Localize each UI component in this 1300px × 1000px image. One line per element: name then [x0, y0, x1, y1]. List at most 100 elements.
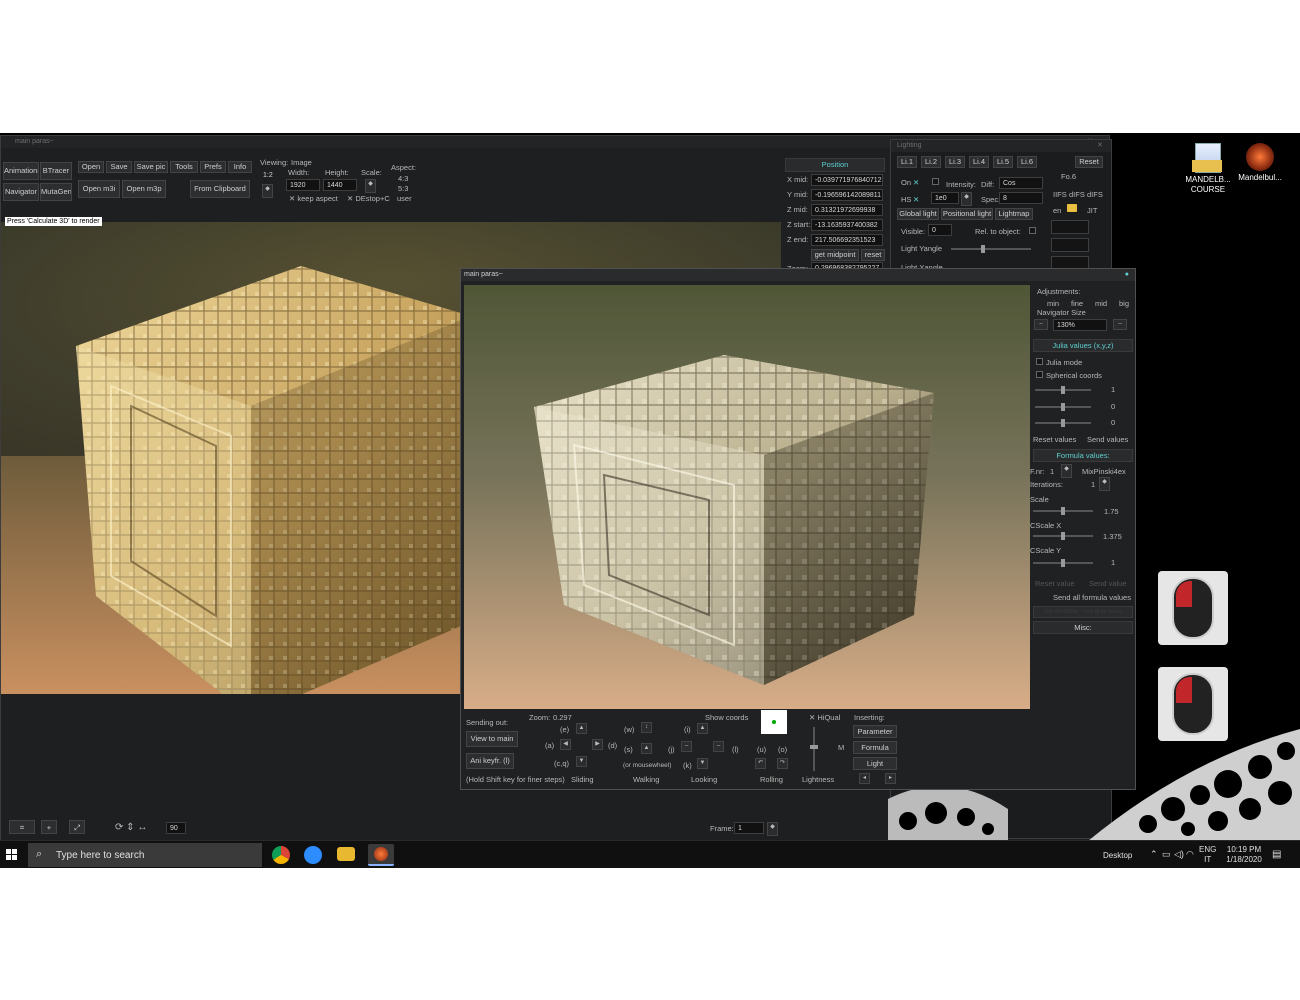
lighting-box-2[interactable]	[1051, 238, 1089, 252]
volume-icon[interactable]: ◁)	[1174, 849, 1184, 860]
desktop-toolbar-label[interactable]: Desktop	[1103, 851, 1132, 860]
show-hidden-icons-icon[interactable]: ⌃	[1150, 849, 1158, 860]
lightmap-tab[interactable]: Lightmap	[995, 208, 1033, 220]
keep-aspect-checkbox[interactable]: ✕ keep aspect	[289, 194, 338, 203]
insert-formula-button[interactable]: Formula	[853, 741, 897, 754]
send-values-button[interactable]: Send values	[1087, 435, 1128, 444]
hs-spinner[interactable]: ◆	[961, 192, 972, 206]
save-button[interactable]: Save	[106, 161, 132, 173]
light-tab-5[interactable]: Li.5	[993, 156, 1013, 168]
param-scale-value[interactable]: 1.75	[1104, 507, 1119, 516]
iterations-spinner[interactable]: ◆	[1099, 477, 1110, 491]
positional-light-tab[interactable]: Positional light	[941, 208, 993, 220]
visible-select[interactable]: 0	[928, 224, 952, 236]
frame-input[interactable]: 1	[734, 822, 764, 834]
light-tab-6[interactable]: Li.6	[1017, 156, 1037, 168]
open-m3i-button[interactable]: Open m3i	[78, 180, 120, 198]
slide-right-button[interactable]: ▶	[592, 739, 603, 750]
aspect-option-5-3[interactable]: 5:3	[398, 184, 408, 193]
insert-light-button[interactable]: Light	[853, 757, 897, 770]
view-to-main-button[interactable]: View to main	[466, 731, 518, 747]
rel-to-object-checkbox[interactable]	[1029, 227, 1036, 234]
reset-value-button[interactable]: Reset value	[1035, 579, 1075, 588]
network-icon[interactable]: ▭	[1162, 849, 1171, 860]
start-button[interactable]	[6, 849, 18, 861]
param-cscaley-slider[interactable]	[1033, 559, 1093, 567]
spec-select[interactable]: 8	[999, 192, 1043, 204]
z-start-input[interactable]: -13.1635937400382	[811, 219, 883, 231]
julia-x-slider[interactable]	[1035, 386, 1091, 394]
insert-parameter-button[interactable]: Parameter	[853, 725, 897, 738]
open-m3p-button[interactable]: Open m3p	[122, 180, 166, 198]
intensity-color-swatch[interactable]	[932, 178, 939, 185]
slide-left-button[interactable]: ◀	[560, 739, 571, 750]
wifi-icon[interactable]: ◠	[1186, 849, 1194, 860]
ani-keyframe-button[interactable]: Ani keyfr. (l)	[466, 753, 514, 769]
navigator-pin-icon[interactable]: ●	[1125, 269, 1129, 281]
viewing-spinner[interactable]: ◆	[262, 184, 273, 198]
adj-option-min[interactable]: min	[1047, 299, 1059, 308]
folder-icon[interactable]	[1067, 204, 1077, 212]
scale-spinner[interactable]: ◆	[365, 179, 376, 193]
light-tab-2[interactable]: Li.2	[921, 156, 941, 168]
clock[interactable]: 10:19 PM 1/18/2020	[1222, 845, 1266, 865]
nav-size-decrease[interactable]: –	[1034, 319, 1048, 330]
y-mid-input[interactable]: -0.196596142089811	[811, 189, 883, 201]
slide-up-button[interactable]: ▲	[576, 723, 587, 734]
position-header[interactable]: Position	[785, 158, 885, 172]
mandelbulber-taskbar-icon[interactable]	[368, 844, 394, 866]
walk-forward-button[interactable]: ↕	[641, 722, 652, 733]
coords-preview[interactable]	[761, 710, 787, 734]
zoom-app-icon[interactable]	[304, 846, 322, 864]
formula-header[interactable]: Formula values:	[1033, 449, 1133, 462]
light-hs-checkbox[interactable]: ✕	[913, 195, 919, 204]
diff-select[interactable]: Cos	[999, 177, 1043, 189]
navigator-button[interactable]: Navigator	[3, 183, 39, 201]
notifications-icon[interactable]: ▤	[1272, 849, 1281, 860]
nav-size-increase[interactable]: –	[1113, 319, 1127, 330]
lighting-box-1[interactable]	[1051, 220, 1089, 234]
difs-3[interactable]: dIFS	[1087, 190, 1103, 199]
frame-spinner[interactable]: ◆	[767, 822, 778, 836]
adj-option-big[interactable]: big	[1119, 299, 1129, 308]
navigator-render-view[interactable]	[464, 285, 1030, 709]
julia-z-slider[interactable]	[1035, 419, 1091, 427]
from-clipboard-button[interactable]: From Clipboard	[190, 180, 250, 198]
bottom-tool-1[interactable]: ⌗	[9, 820, 35, 834]
hiqual-checkbox[interactable]: ✕ HiQual	[809, 713, 840, 722]
roll-left-button[interactable]: ↶	[755, 758, 766, 769]
walk-back-button[interactable]: ▲	[641, 743, 652, 754]
global-light-tab[interactable]: Global light	[897, 208, 939, 220]
adj-option-fine[interactable]: fine	[1071, 299, 1083, 308]
send-all-button[interactable]: Send all formula values	[1053, 593, 1131, 602]
difs-1[interactable]: IIFS	[1053, 190, 1067, 199]
tools-button[interactable]: Tools	[170, 161, 198, 173]
iterations-value[interactable]: 1	[1091, 480, 1095, 489]
julia-y-slider[interactable]	[1035, 403, 1091, 411]
prefs-button[interactable]: Prefs	[200, 161, 226, 173]
z-mid-input[interactable]: 0.31321972699938	[811, 204, 883, 216]
fnr-spinner[interactable]: ◆	[1061, 464, 1072, 478]
fnr-value[interactable]: 1	[1050, 467, 1054, 476]
param-cscalex-value[interactable]: 1.375	[1103, 532, 1122, 541]
param-scale-slider[interactable]	[1033, 507, 1093, 515]
language-indicator[interactable]: ENG IT	[1199, 845, 1216, 865]
desktop-icon-mandelbulb[interactable]: Mandelbul...	[1230, 143, 1290, 182]
destop-checkbox[interactable]: ✕ DEstop+C	[347, 194, 390, 203]
roll-right-button[interactable]: ↷	[777, 758, 788, 769]
open-button[interactable]: Open	[78, 161, 104, 173]
btracer-button[interactable]: BTracer	[40, 162, 72, 180]
height-input[interactable]: 1440	[323, 179, 357, 191]
julia-x-value[interactable]: 1	[1111, 385, 1115, 394]
z-end-input[interactable]: 217.506692351523	[811, 234, 883, 246]
aspect-option-4-3[interactable]: 4:3	[398, 174, 408, 183]
lighting-reset-button[interactable]: Reset	[1075, 156, 1103, 168]
misc-header[interactable]: Misc:	[1033, 621, 1133, 634]
desktop-icon-course[interactable]: MANDELB... COURSE	[1178, 143, 1238, 195]
light-yangle-slider[interactable]	[951, 245, 1031, 253]
light-tab-1[interactable]: Li.1	[897, 156, 917, 168]
look-down-button[interactable]: ▼	[697, 758, 708, 769]
adj-option-mid[interactable]: mid	[1095, 299, 1107, 308]
lightness-slider[interactable]	[810, 727, 818, 771]
info-button[interactable]: Info	[228, 161, 252, 173]
